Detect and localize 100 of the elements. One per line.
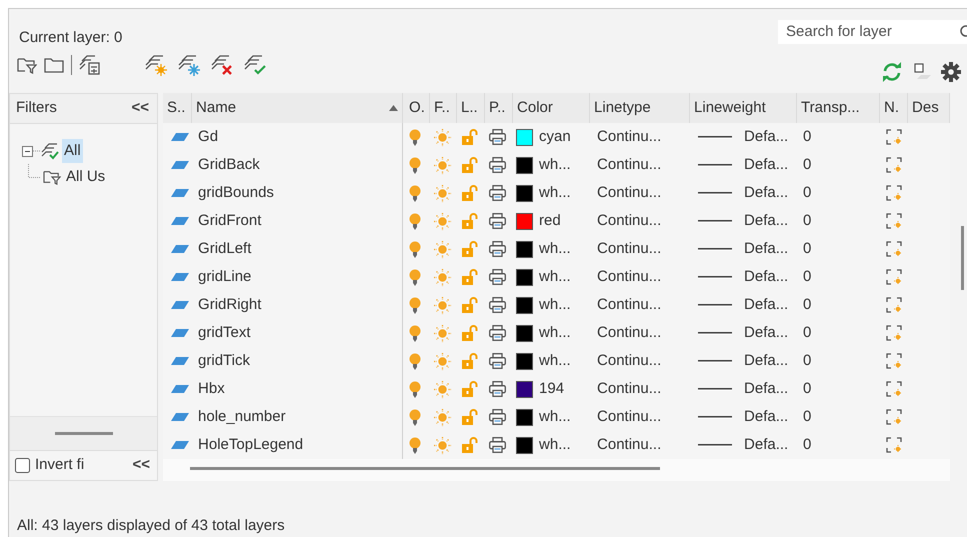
printer-icon[interactable] [489,437,506,453]
printer-icon[interactable] [489,353,506,369]
viewport-freeze-icon[interactable] [886,185,902,201]
color-swatch[interactable] [516,324,534,342]
printer-icon[interactable] [489,381,506,397]
color-swatch[interactable] [516,296,534,314]
printer-icon[interactable] [489,185,506,201]
color-swatch[interactable] [516,408,534,426]
new-filter-icon[interactable] [17,56,37,74]
printer-icon[interactable] [489,213,506,229]
folder-icon[interactable] [44,57,64,73]
printer-icon[interactable] [489,129,506,145]
tree-item[interactable]: All [62,139,83,163]
column-header[interactable]: L.. [457,93,486,123]
layer-status-icon [171,441,190,449]
lineweight: Defa... [744,294,788,315]
bulb-on-icon[interactable] [409,380,422,398]
column-header[interactable]: Name [192,93,404,123]
column-header[interactable]: Des [908,93,950,123]
lineweight-sample [698,220,732,222]
new-layer-frozen-icon[interactable] [178,54,202,76]
layer-status-icon [171,357,190,365]
bulb-on-icon[interactable] [409,128,422,146]
viewport-freeze-icon[interactable] [886,213,902,229]
transparency: 0 [803,294,812,315]
printer-icon[interactable] [489,269,506,285]
color-swatch[interactable] [516,156,534,174]
color-name: wh... [539,434,571,455]
color-name: wh... [539,350,571,371]
bulb-on-icon[interactable] [409,240,422,258]
bulb-on-icon[interactable] [409,352,422,370]
lineweight-sample [698,416,732,418]
color-name: wh... [539,182,571,203]
color-swatch[interactable] [516,184,534,202]
settings-icon[interactable] [941,62,961,82]
checkbox[interactable] [15,458,30,473]
bulb-on-icon[interactable] [409,268,422,286]
all-layers-icon [41,142,59,160]
layer-name: gridText [198,322,251,343]
viewport-freeze-icon[interactable] [886,297,902,313]
transparency: 0 [803,322,812,343]
column-header[interactable]: Linetype [590,93,690,123]
column-header[interactable]: Lineweight [690,93,798,123]
search-field[interactable]: Search for layer [778,20,967,44]
collapse-icon[interactable] [22,146,33,156]
printer-icon[interactable] [489,297,506,313]
viewport-freeze-icon[interactable] [886,129,902,145]
new-layer-icon[interactable] [145,54,169,76]
tree-line [33,150,41,152]
viewport-freeze-icon[interactable] [886,381,902,397]
filter-icon [43,169,61,185]
set-current-icon[interactable] [244,54,268,76]
tree-item[interactable]: All Us [64,165,108,189]
checkbox-label[interactable]: Invert fi [35,454,84,477]
bulb-on-icon[interactable] [409,184,422,202]
column-header[interactable]: O. [405,93,430,123]
column-header[interactable]: Color [513,93,590,123]
printer-icon[interactable] [489,241,506,257]
color-swatch[interactable] [516,212,534,230]
column-header[interactable]: S.. [163,93,192,123]
bulb-on-icon[interactable] [409,324,422,342]
viewport-freeze-icon[interactable] [886,269,902,285]
column-header[interactable]: N. [880,93,908,123]
layer-name: GridFront [198,210,262,231]
lineweight-sample [698,304,732,306]
column-header[interactable]: P.. [485,93,514,123]
color-swatch[interactable] [516,268,534,286]
bulb-on-icon[interactable] [409,212,422,230]
printer-icon[interactable] [489,157,506,173]
color-swatch[interactable] [516,436,534,454]
viewport-freeze-icon[interactable] [886,241,902,257]
column-header[interactable]: Transp... [797,93,880,123]
viewport-freeze-icon[interactable] [886,437,902,453]
search-icon[interactable] [959,25,967,39]
color-swatch[interactable] [516,352,534,370]
color-swatch[interactable] [516,380,534,398]
color-name: wh... [539,294,571,315]
layer-name: Gd [198,126,218,147]
collapse-button[interactable]: << [132,454,150,477]
column-header[interactable]: F.. [430,93,458,123]
linetype: Continu... [597,210,662,231]
viewport-freeze-icon[interactable] [886,353,902,369]
color-swatch[interactable] [516,240,534,258]
collapse-button[interactable]: << [132,97,150,120]
bulb-on-icon[interactable] [409,296,422,314]
printer-icon[interactable] [489,325,506,341]
delete-layer-icon[interactable] [211,54,235,76]
color-name: 194 [539,378,564,399]
printer-icon[interactable] [489,409,506,425]
linetype: Continu... [597,182,662,203]
transparency: 0 [803,210,812,231]
layer-states-icon[interactable] [79,55,101,75]
viewport-freeze-icon[interactable] [886,157,902,173]
color-swatch[interactable] [516,128,534,146]
viewport-freeze-icon[interactable] [886,409,902,425]
viewport-freeze-icon[interactable] [886,325,902,341]
bulb-on-icon[interactable] [409,156,422,174]
bulb-on-icon[interactable] [409,408,422,426]
refresh-icon[interactable] [881,62,903,82]
bulb-on-icon[interactable] [409,436,422,454]
